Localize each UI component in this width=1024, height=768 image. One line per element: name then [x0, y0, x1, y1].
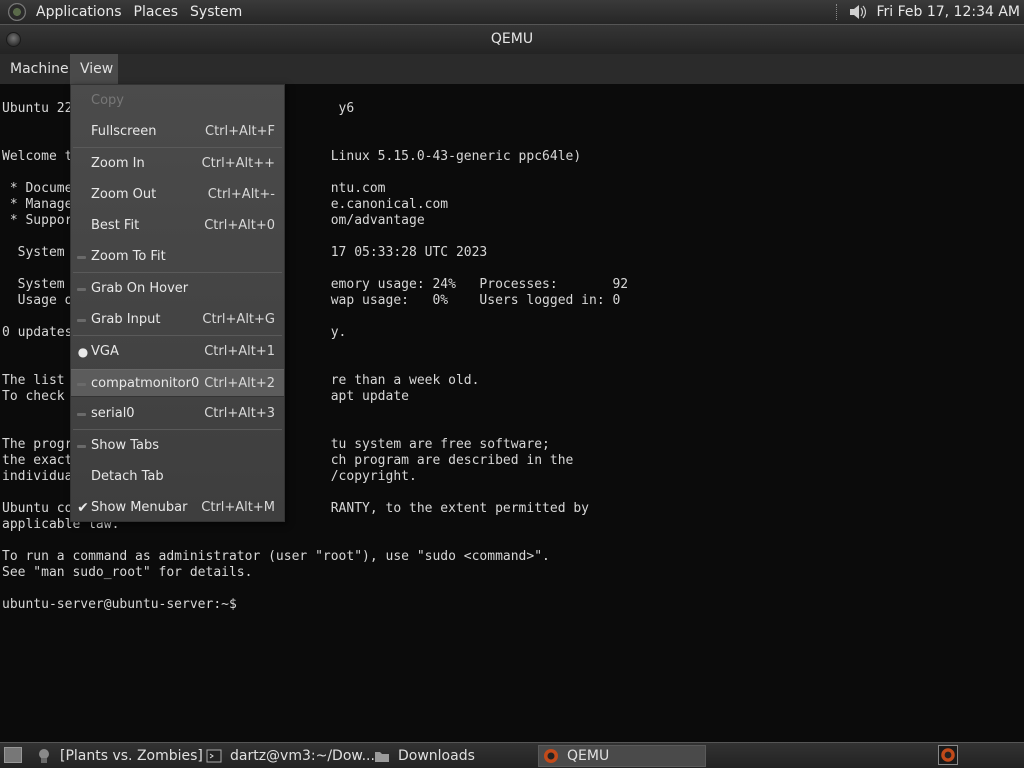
menuitem-grab-on-hover[interactable]: Grab On Hover — [71, 275, 284, 303]
menuitem-shortcut: Ctrl+Alt+1 — [204, 344, 275, 359]
menuitem-label: Fullscreen — [91, 124, 157, 139]
taskbar-item-downloads[interactable]: Downloads — [374, 745, 475, 767]
menuitem-label: compatmonitor0 — [91, 376, 200, 391]
window-titlebar[interactable]: QEMU — [0, 24, 1024, 54]
toggle-off-icon — [77, 288, 86, 291]
menuitem-shortcut: Ctrl+Alt++ — [201, 156, 275, 171]
menuitem-grab-input[interactable]: Grab Input Ctrl+Alt+G — [71, 306, 284, 334]
menuitem-label: Zoom Out — [91, 187, 157, 202]
menuitem-label: Grab On Hover — [91, 281, 189, 296]
radio-unselected-icon — [77, 413, 86, 416]
speaker-icon[interactable] — [848, 4, 867, 20]
checkmark-icon: ✔ — [77, 500, 89, 516]
shell-prompt: ubuntu-server@ubuntu-server:~$ — [2, 597, 237, 612]
menuitem-zoom-in[interactable]: Zoom In Ctrl+Alt++ — [71, 150, 284, 178]
taskbar-item-label: Downloads — [398, 748, 475, 764]
menuitem-zoom-to-fit[interactable]: Zoom To Fit — [71, 243, 284, 271]
menuitem-shortcut: Ctrl+Alt+2 — [204, 376, 275, 391]
top-panel: Applications Places System Fri Feb 17, 1… — [0, 0, 1024, 24]
menuitem-shortcut: Ctrl+Alt+0 — [204, 218, 275, 233]
radio-unselected-icon — [77, 383, 86, 386]
menuitem-best-fit[interactable]: Best Fit Ctrl+Alt+0 — [71, 212, 284, 240]
console-line: See "man sudo_root" for details. — [2, 565, 253, 580]
taskbar-item-label: dartz@vm3:~/Dow... — [230, 748, 375, 764]
menuitem-show-menubar[interactable]: ✔ Show Menubar Ctrl+Alt+M — [71, 494, 284, 522]
menuitem-label: Zoom To Fit — [91, 249, 166, 264]
menuitem-label: Show Menubar — [91, 500, 188, 515]
menu-applications[interactable]: Applications — [30, 0, 128, 24]
tray-separator — [836, 4, 838, 20]
menuitem-shortcut: Ctrl+Alt+- — [207, 187, 275, 202]
menuitem-vga[interactable]: ● VGA Ctrl+Alt+1 — [71, 338, 284, 366]
menu-system[interactable]: System — [184, 0, 248, 24]
toggle-off-icon — [77, 445, 86, 448]
menu-machine[interactable]: Machine — [0, 54, 79, 84]
menu-places[interactable]: Places — [128, 0, 185, 24]
zombie-icon — [39, 749, 49, 763]
clock[interactable]: Fri Feb 17, 12:34 AM — [876, 4, 1020, 20]
radio-selected-icon: ● — [77, 345, 89, 359]
menuitem-zoom-out[interactable]: Zoom Out Ctrl+Alt+- — [71, 181, 284, 209]
console-line: To run a command as administrator (user … — [2, 549, 550, 564]
menu-view[interactable]: View — [70, 54, 118, 84]
menuitem-shortcut: Ctrl+Alt+M — [201, 500, 275, 515]
menuitem-copy[interactable]: Copy — [71, 87, 284, 115]
menuitem-shortcut: Ctrl+Alt+G — [202, 312, 275, 327]
view-menu-dropdown: Copy Fullscreen Ctrl+Alt+F Zoom In Ctrl+… — [70, 84, 285, 522]
desktop-icon[interactable] — [4, 747, 22, 763]
system-tray: Fri Feb 17, 12:34 AM — [836, 0, 1020, 24]
toggle-off-icon — [77, 256, 86, 259]
menuitem-serial0[interactable]: serial0 Ctrl+Alt+3 — [71, 400, 284, 428]
menu-separator — [73, 147, 282, 148]
qemu-menubar: Machine View — [0, 54, 1024, 84]
taskbar-item-label: [Plants vs. Zombies] — [60, 748, 203, 764]
toggle-off-icon — [77, 319, 86, 322]
taskbar-item-qemu[interactable]: QEMU — [538, 745, 706, 767]
window-title: QEMU — [490, 31, 534, 47]
menuitem-label: Grab Input — [91, 312, 161, 327]
menuitem-label: Copy — [91, 93, 124, 108]
menuitem-fullscreen[interactable]: Fullscreen Ctrl+Alt+F — [71, 118, 284, 146]
menuitem-label: Detach Tab — [91, 469, 164, 484]
menuitem-shortcut: Ctrl+Alt+F — [205, 124, 275, 139]
taskbar-item-label: QEMU — [567, 748, 610, 764]
menu-separator — [73, 429, 282, 430]
menuitem-compatmonitor0[interactable]: compatmonitor0 Ctrl+Alt+2 — [71, 369, 284, 397]
menu-separator — [73, 335, 282, 336]
qemu-icon — [544, 749, 558, 763]
menuitem-label: Best Fit — [91, 218, 140, 233]
menuitem-label: serial0 — [91, 406, 135, 421]
qemu-tray-icon[interactable] — [938, 745, 958, 765]
menuitem-label: Show Tabs — [91, 438, 159, 453]
menuitem-show-tabs[interactable]: Show Tabs — [71, 432, 284, 460]
folder-icon — [375, 752, 389, 762]
menuitem-label: Zoom In — [91, 156, 145, 171]
menuitem-shortcut: Ctrl+Alt+3 — [204, 406, 275, 421]
terminal-icon — [206, 749, 222, 763]
taskbar-item-plants-vs-zombies[interactable]: [Plants vs. Zombies] — [36, 745, 203, 767]
menuitem-label: VGA — [91, 344, 119, 359]
menuitem-detach-tab[interactable]: Detach Tab — [71, 463, 284, 491]
taskbar: [Plants vs. Zombies] dartz@vm3:~/Dow... … — [0, 742, 1024, 768]
taskbar-item-terminal[interactable]: dartz@vm3:~/Dow... — [206, 745, 375, 767]
menu-separator — [73, 272, 282, 273]
app-logo-icon[interactable] — [8, 3, 26, 21]
